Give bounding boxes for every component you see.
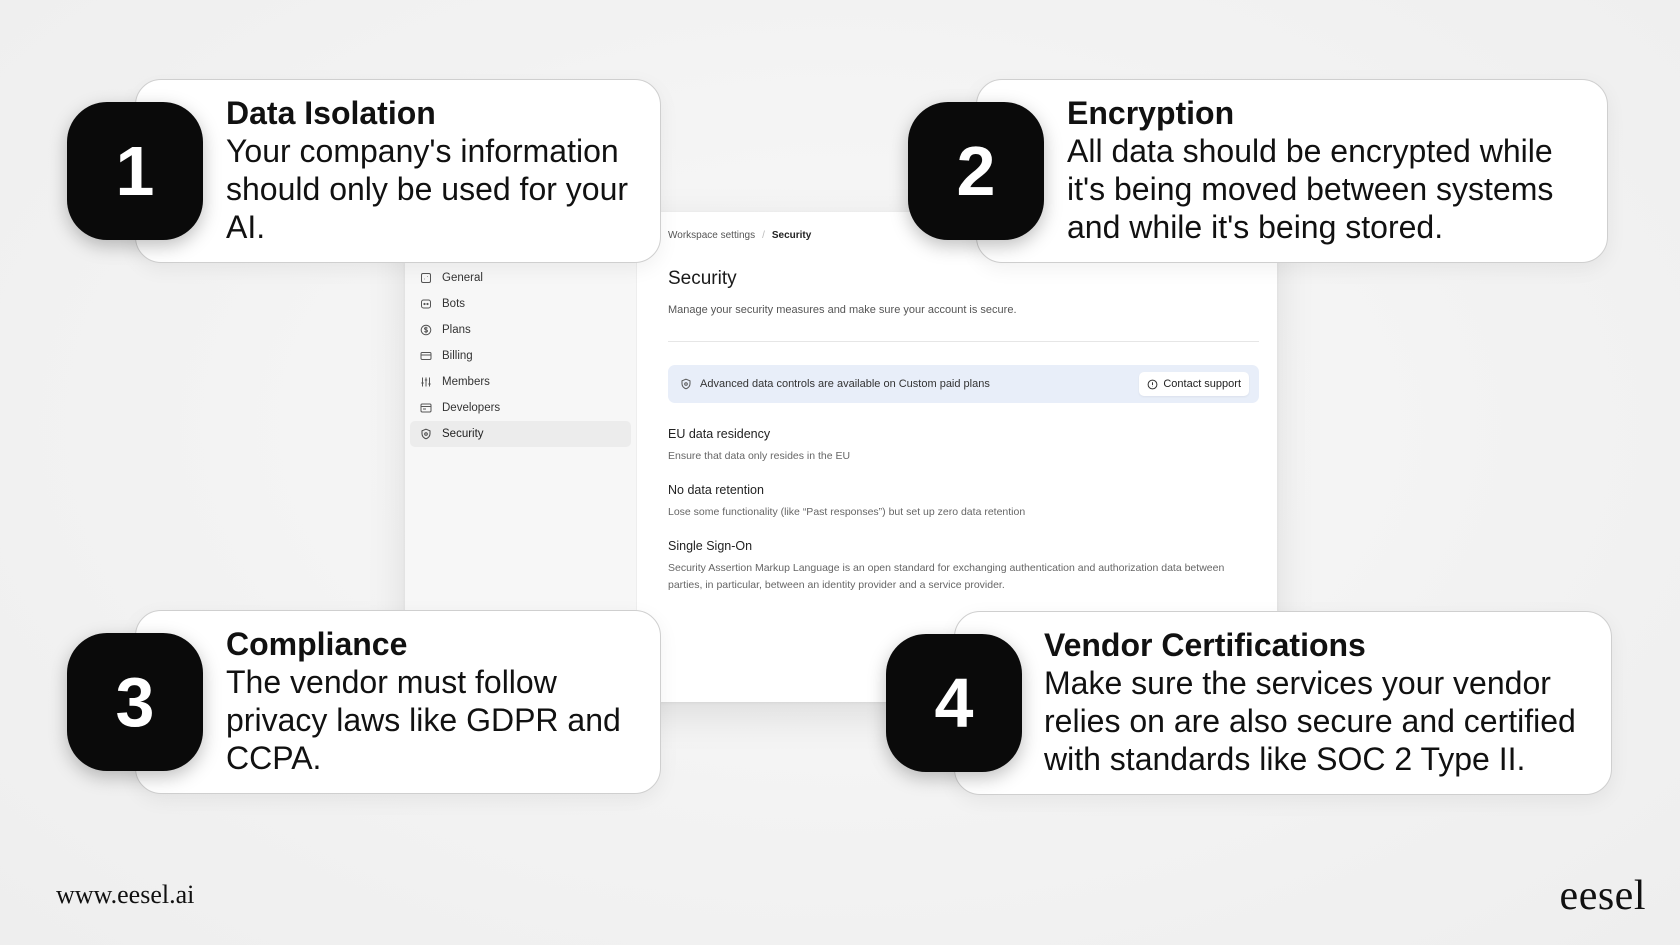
callout-title: Compliance bbox=[226, 626, 408, 662]
banner-text: Advanced data controls are available on … bbox=[700, 378, 990, 390]
breadcrumb: Workspace settings / Security bbox=[668, 230, 811, 241]
number-badge-3: 3 bbox=[67, 633, 203, 771]
shield-icon bbox=[680, 378, 692, 390]
breadcrumb-separator: / bbox=[762, 230, 765, 241]
setting-single-sign-on[interactable]: Single Sign-On Security Assertion Markup… bbox=[668, 539, 1259, 594]
sidebar-item-developers[interactable]: Developers bbox=[410, 395, 631, 421]
setting-description: Lose some functionality (like “Past resp… bbox=[668, 506, 1026, 518]
page-title: Security bbox=[668, 268, 737, 289]
breadcrumb-current: Security bbox=[771, 230, 812, 241]
setting-title: No data retention bbox=[668, 483, 764, 497]
setting-no-data-retention[interactable]: No data retention Lose some functionalit… bbox=[668, 483, 1259, 521]
callout-text-3: Compliance The vendor must follow privac… bbox=[226, 625, 646, 777]
callout-body: The vendor must follow privacy laws like… bbox=[226, 664, 621, 776]
divider bbox=[668, 341, 1259, 342]
callout-body: All data should be encrypted while it's … bbox=[1067, 133, 1554, 245]
callout-body: Your company's information should only b… bbox=[226, 133, 629, 245]
sidebar-item-label: Bots bbox=[442, 298, 466, 310]
setting-eu-data-residency[interactable]: EU data residency Ensure that data only … bbox=[668, 427, 1259, 465]
code-icon bbox=[420, 402, 432, 414]
page-description: Manage your security measures and make s… bbox=[668, 304, 1017, 316]
callout-text-1: Data Isolation Your company's informatio… bbox=[226, 94, 646, 246]
sidebar-item-general[interactable]: General bbox=[410, 265, 631, 291]
number-badge-4: 4 bbox=[886, 634, 1022, 772]
sidebar-item-label: Members bbox=[442, 376, 490, 388]
dollar-icon bbox=[420, 324, 432, 336]
callout-body: Make sure the services your vendor relie… bbox=[1044, 665, 1576, 777]
callout-title: Encryption bbox=[1067, 95, 1235, 131]
callout-text-4: Vendor Certifications Make sure the serv… bbox=[1044, 626, 1599, 778]
sidebar-item-label: Plans bbox=[442, 324, 471, 336]
sidebar-item-label: Security bbox=[442, 428, 484, 440]
footer-url[interactable]: www.eesel.ai bbox=[56, 880, 194, 910]
callout-title: Vendor Certifications bbox=[1044, 627, 1366, 663]
sidebar-item-billing[interactable]: Billing bbox=[410, 343, 631, 369]
upgrade-banner: Advanced data controls are available on … bbox=[668, 365, 1259, 403]
contact-support-button[interactable]: Contact support bbox=[1139, 372, 1249, 396]
sidebar-item-security[interactable]: Security bbox=[410, 421, 631, 447]
building-icon bbox=[420, 272, 432, 284]
slide: General Bots Plans Billing Members Devel… bbox=[0, 0, 1680, 945]
contact-support-label: Contact support bbox=[1163, 378, 1241, 390]
brand-logo: eesel bbox=[1559, 873, 1646, 919]
callout-title: Data Isolation bbox=[226, 95, 436, 131]
number-badge-2: 2 bbox=[908, 102, 1044, 240]
bot-icon bbox=[420, 298, 432, 310]
sidebar-item-label: General bbox=[442, 272, 483, 284]
sidebar-item-members[interactable]: Members bbox=[410, 369, 631, 395]
sidebar-item-label: Billing bbox=[442, 350, 473, 362]
sliders-icon bbox=[420, 376, 432, 388]
callout-text-2: Encryption All data should be encrypted … bbox=[1067, 94, 1587, 246]
setting-description: Ensure that data only resides in the EU bbox=[668, 450, 851, 462]
help-icon bbox=[1147, 379, 1158, 390]
sidebar-item-plans[interactable]: Plans bbox=[410, 317, 631, 343]
sidebar-item-bots[interactable]: Bots bbox=[410, 291, 631, 317]
setting-title: EU data residency bbox=[668, 427, 771, 441]
shield-icon bbox=[420, 428, 432, 440]
credit-card-icon bbox=[420, 350, 432, 362]
sidebar-item-label: Developers bbox=[442, 402, 501, 414]
setting-description: Security Assertion Markup Language is an… bbox=[668, 562, 1225, 591]
number-badge-1: 1 bbox=[67, 102, 203, 240]
setting-title: Single Sign-On bbox=[668, 539, 753, 553]
breadcrumb-parent[interactable]: Workspace settings bbox=[668, 230, 755, 241]
